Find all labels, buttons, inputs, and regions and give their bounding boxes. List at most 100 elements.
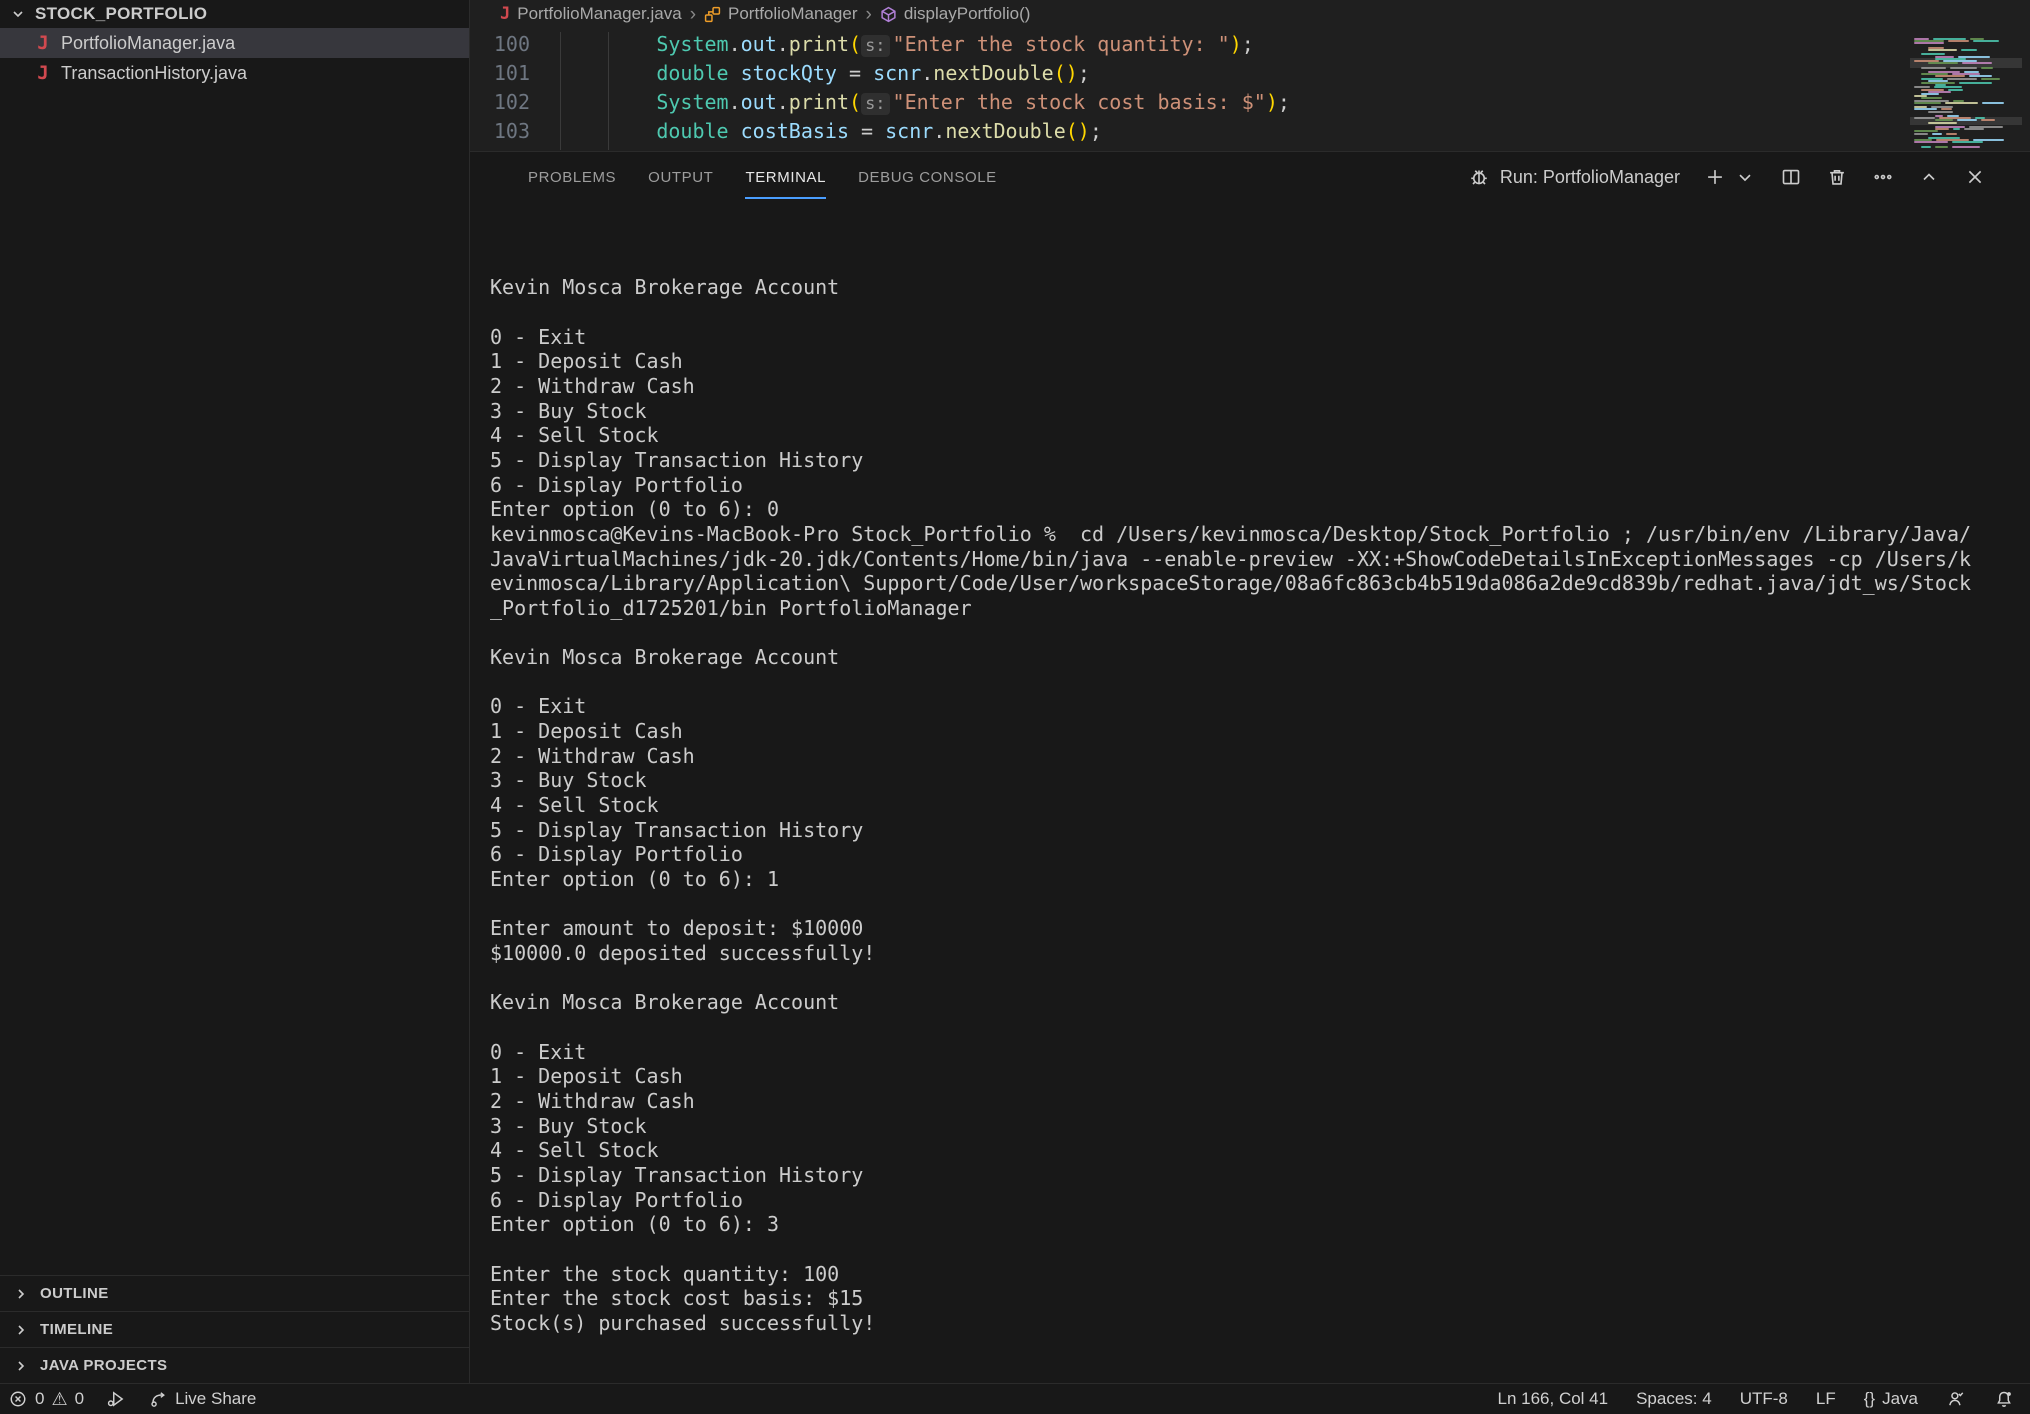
warning-icon: ⚠ xyxy=(51,1390,67,1408)
minimap-line xyxy=(1921,146,1931,148)
terminal-dropdown-chevron-icon[interactable] xyxy=(1734,166,1756,188)
minimap-line xyxy=(1952,141,1983,143)
tab-debug-console[interactable]: DEBUG CONSOLE xyxy=(842,152,1013,202)
new-terminal-combo xyxy=(1704,166,1756,188)
section-label: OUTLINE xyxy=(40,1285,109,1302)
split-terminal-icon[interactable] xyxy=(1780,166,1802,188)
code-line[interactable]: 102 System.out.print(s:"Enter the stock … xyxy=(470,88,2030,117)
problems-status[interactable]: 0 ⚠ 0 xyxy=(8,1389,84,1409)
live-share-icon xyxy=(148,1389,168,1409)
language-mode[interactable]: {} Java xyxy=(1864,1389,1918,1409)
breadcrumb-method-label: displayPortfolio() xyxy=(904,4,1031,24)
minimap-line xyxy=(1914,102,1941,104)
cursor-position[interactable]: Ln 166, Col 41 xyxy=(1498,1389,1609,1409)
code-token: out xyxy=(741,32,777,56)
tab-problems[interactable]: PROBLEMS xyxy=(512,152,632,202)
line-number: 102 xyxy=(470,88,530,117)
tab-output[interactable]: OUTPUT xyxy=(632,152,729,202)
breadcrumb-method[interactable]: displayPortfolio() xyxy=(880,4,1031,24)
code-line[interactable]: 100 System.out.print(s:"Enter the stock … xyxy=(470,30,2030,59)
live-share-button[interactable]: Live Share xyxy=(148,1389,256,1409)
eol-label: LF xyxy=(1816,1389,1836,1409)
code-token: nextDouble xyxy=(933,61,1053,85)
code-lines: 100 System.out.print(s:"Enter the stock … xyxy=(470,30,2030,146)
terminal-process-selector[interactable]: Run: PortfolioManager xyxy=(1468,166,1680,188)
breadcrumb-class-label: PortfolioManager xyxy=(728,4,857,24)
eol-setting[interactable]: LF xyxy=(1816,1389,1836,1409)
live-share-label: Live Share xyxy=(175,1389,256,1409)
code-token: . xyxy=(933,119,945,143)
bottom-panel: PROBLEMS OUTPUT TERMINAL DEBUG CONSOLE xyxy=(470,152,2030,1383)
minimap-line xyxy=(1952,146,1981,148)
tab-terminal[interactable]: TERMINAL xyxy=(729,152,842,202)
sidebar-item-portfoliomanager[interactable]: J PortfolioManager.java xyxy=(0,28,469,58)
code-token: ( xyxy=(849,32,861,56)
minimap-line xyxy=(1947,78,1976,80)
minimap-line xyxy=(1953,128,1960,130)
more-actions-ellipsis-icon[interactable] xyxy=(1872,166,1894,188)
terminal-output[interactable]: Kevin Mosca Brokerage Account 0 - Exit 1… xyxy=(490,226,2022,1363)
code-token: scnr xyxy=(885,119,933,143)
minimap-line xyxy=(1932,133,1941,135)
code-line[interactable]: 101 double stockQty = scnr.nextDouble(); xyxy=(470,59,2030,88)
close-panel-icon[interactable] xyxy=(1964,166,1986,188)
section-label: TIMELINE xyxy=(40,1321,113,1338)
section-java-projects[interactable]: JAVA PROJECTS xyxy=(0,1347,469,1383)
file-name: TransactionHistory.java xyxy=(61,63,247,84)
bell-icon xyxy=(1994,1389,2014,1409)
code-editor[interactable]: 100 System.out.print(s:"Enter the stock … xyxy=(470,28,2030,151)
breadcrumb-file[interactable]: J PortfolioManager.java xyxy=(500,4,682,24)
code-text: System.out.print(s:"Enter the stock quan… xyxy=(560,30,1254,61)
kill-terminal-trash-icon[interactable] xyxy=(1826,166,1848,188)
code-token: stockQty xyxy=(741,61,837,85)
code-token: costBasis xyxy=(741,119,849,143)
code-token: double xyxy=(656,61,728,85)
error-icon xyxy=(8,1389,28,1409)
inlay-hint: s: xyxy=(861,35,889,57)
encoding-label: UTF-8 xyxy=(1740,1389,1788,1409)
indentation-setting[interactable]: Spaces: 4 xyxy=(1636,1389,1712,1409)
code-token: ; xyxy=(1278,90,1290,114)
explorer-folder-header[interactable]: STOCK_PORTFOLIO xyxy=(0,0,469,28)
section-timeline[interactable]: TIMELINE xyxy=(0,1311,469,1347)
debug-bug-icon xyxy=(1468,166,1490,188)
tab-label: OUTPUT xyxy=(648,169,713,186)
code-token: () xyxy=(1054,61,1078,85)
tab-label: DEBUG CONSOLE xyxy=(858,169,997,186)
code-token: . xyxy=(777,90,789,114)
code-token: . xyxy=(729,90,741,114)
symbol-class-icon xyxy=(704,6,721,23)
minimap-line xyxy=(1928,111,1953,113)
code-token: = xyxy=(837,61,873,85)
accounts-button[interactable] xyxy=(1946,1389,1966,1409)
code-token: nextDouble xyxy=(945,119,1065,143)
code-token: scnr xyxy=(873,61,921,85)
maximize-panel-chevron-up-icon[interactable] xyxy=(1918,166,1940,188)
debug-run-button[interactable] xyxy=(106,1389,126,1409)
java-file-icon: J xyxy=(36,62,50,84)
minimap-line xyxy=(1946,133,1958,135)
notifications-button[interactable] xyxy=(1994,1389,2014,1409)
line-number: 103 xyxy=(470,117,530,146)
code-token: = xyxy=(849,119,885,143)
code-line[interactable]: 103 double costBasis = scnr.nextDouble()… xyxy=(470,117,2030,146)
new-terminal-plus-icon[interactable] xyxy=(1704,166,1726,188)
sidebar-item-transactionhistory[interactable]: J TransactionHistory.java xyxy=(0,58,469,88)
chevron-right-icon xyxy=(13,1286,29,1302)
breadcrumb: J PortfolioManager.java › PortfolioManag… xyxy=(470,0,2030,28)
minimap[interactable] xyxy=(1910,28,2022,149)
code-token: ; xyxy=(1078,61,1090,85)
inlay-hint: s: xyxy=(861,93,889,115)
encoding-setting[interactable]: UTF-8 xyxy=(1740,1389,1788,1409)
section-outline[interactable]: OUTLINE xyxy=(0,1275,469,1311)
breadcrumb-file-label: PortfolioManager.java xyxy=(517,4,681,24)
minimap-line xyxy=(1935,146,1947,148)
code-text: double costBasis = scnr.nextDouble(); xyxy=(560,117,1102,146)
breadcrumb-class[interactable]: PortfolioManager xyxy=(704,4,857,24)
terminal-actions: Run: PortfolioManager xyxy=(1468,166,1986,188)
status-left: 0 ⚠ 0 Live Share xyxy=(8,1389,256,1409)
chevron-down-icon xyxy=(10,6,26,22)
debug-run-icon xyxy=(106,1389,126,1409)
warning-count: 0 xyxy=(75,1389,84,1409)
minimap-line xyxy=(1921,67,1946,69)
